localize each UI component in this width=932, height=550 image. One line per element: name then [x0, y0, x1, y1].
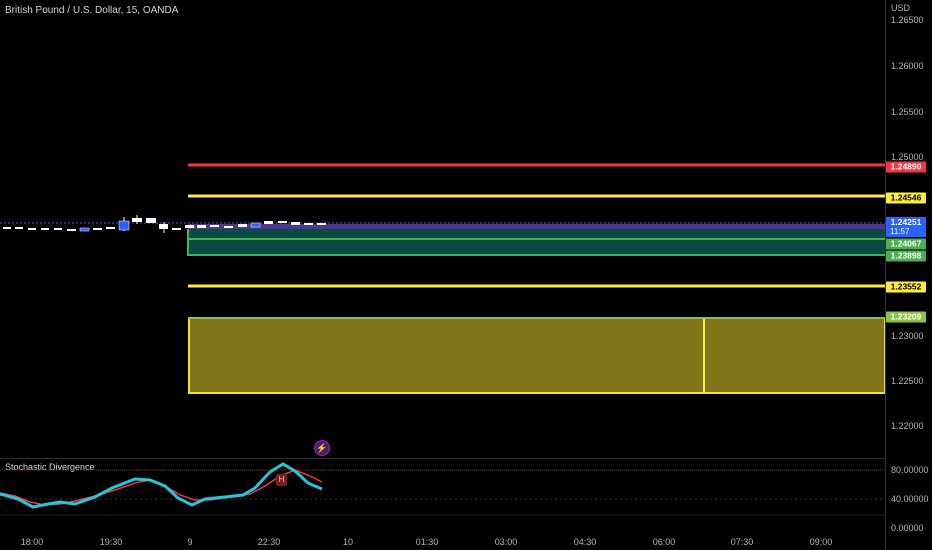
oscillator-canvas[interactable] — [0, 459, 885, 537]
price-tick: 1.25000 — [891, 152, 924, 162]
divergence-badge: H — [276, 474, 287, 486]
price-axis-currency: USD — [891, 3, 911, 13]
time-tick: 18:00 — [20, 537, 44, 547]
oscillator-tick: 40.00000 — [891, 494, 929, 504]
price-tick: 1.26000 — [891, 61, 924, 71]
time-tick: 06:00 — [652, 537, 676, 547]
price-tag-yellow-top: 1.24546 — [886, 192, 926, 204]
time-tick: 9 — [187, 537, 193, 547]
teal-zone — [188, 229, 885, 255]
time-tick: 03:00 — [494, 537, 518, 547]
level-line-green-lower[interactable] — [188, 254, 885, 256]
time-tick: 19:30 — [99, 537, 123, 547]
current-price-value: 1.24251 — [890, 217, 922, 227]
price-tag-green-upper: 1.24067 — [886, 238, 926, 250]
price-tag-yellow-mid: 1.23552 — [886, 281, 926, 293]
price-tick: 1.25500 — [891, 107, 924, 117]
oscillator-tick: 0.00000 — [891, 523, 924, 533]
price-tag-red: 1.24890 — [886, 161, 926, 173]
level-line-yellow-top[interactable] — [188, 194, 885, 198]
time-tick: 09:00 — [809, 537, 833, 547]
price-chart-canvas[interactable] — [0, 0, 885, 458]
time-tick: 10 — [342, 537, 354, 547]
price-tick: 1.23000 — [891, 331, 924, 341]
level-line-yellow-mid[interactable] — [188, 284, 885, 288]
price-tick: 1.26500 — [891, 15, 924, 25]
price-axis-border — [885, 0, 886, 550]
oscillator-tick: 80.00000 — [891, 465, 929, 475]
time-tick: 04:30 — [573, 537, 597, 547]
time-tick: 07:30 — [730, 537, 754, 547]
lightning-icon[interactable]: ⚡ — [314, 440, 330, 456]
olive-zone — [188, 317, 885, 394]
time-tick: 22:30 — [257, 537, 281, 547]
candle-countdown: 11:57 — [890, 227, 910, 236]
current-price-tag: 1.24251 11:57 — [886, 217, 926, 237]
price-tick: 1.22000 — [891, 421, 924, 431]
price-tag-zone-top: 1.23209 — [886, 311, 926, 323]
resistance-line-red[interactable] — [188, 163, 885, 167]
time-tick: 01:30 — [415, 537, 439, 547]
stoch-d-line — [0, 469, 323, 506]
price-tick: 1.22500 — [891, 376, 924, 386]
price-tag-green-lower: 1.23898 — [886, 250, 926, 262]
level-line-green-upper[interactable] — [188, 238, 885, 240]
